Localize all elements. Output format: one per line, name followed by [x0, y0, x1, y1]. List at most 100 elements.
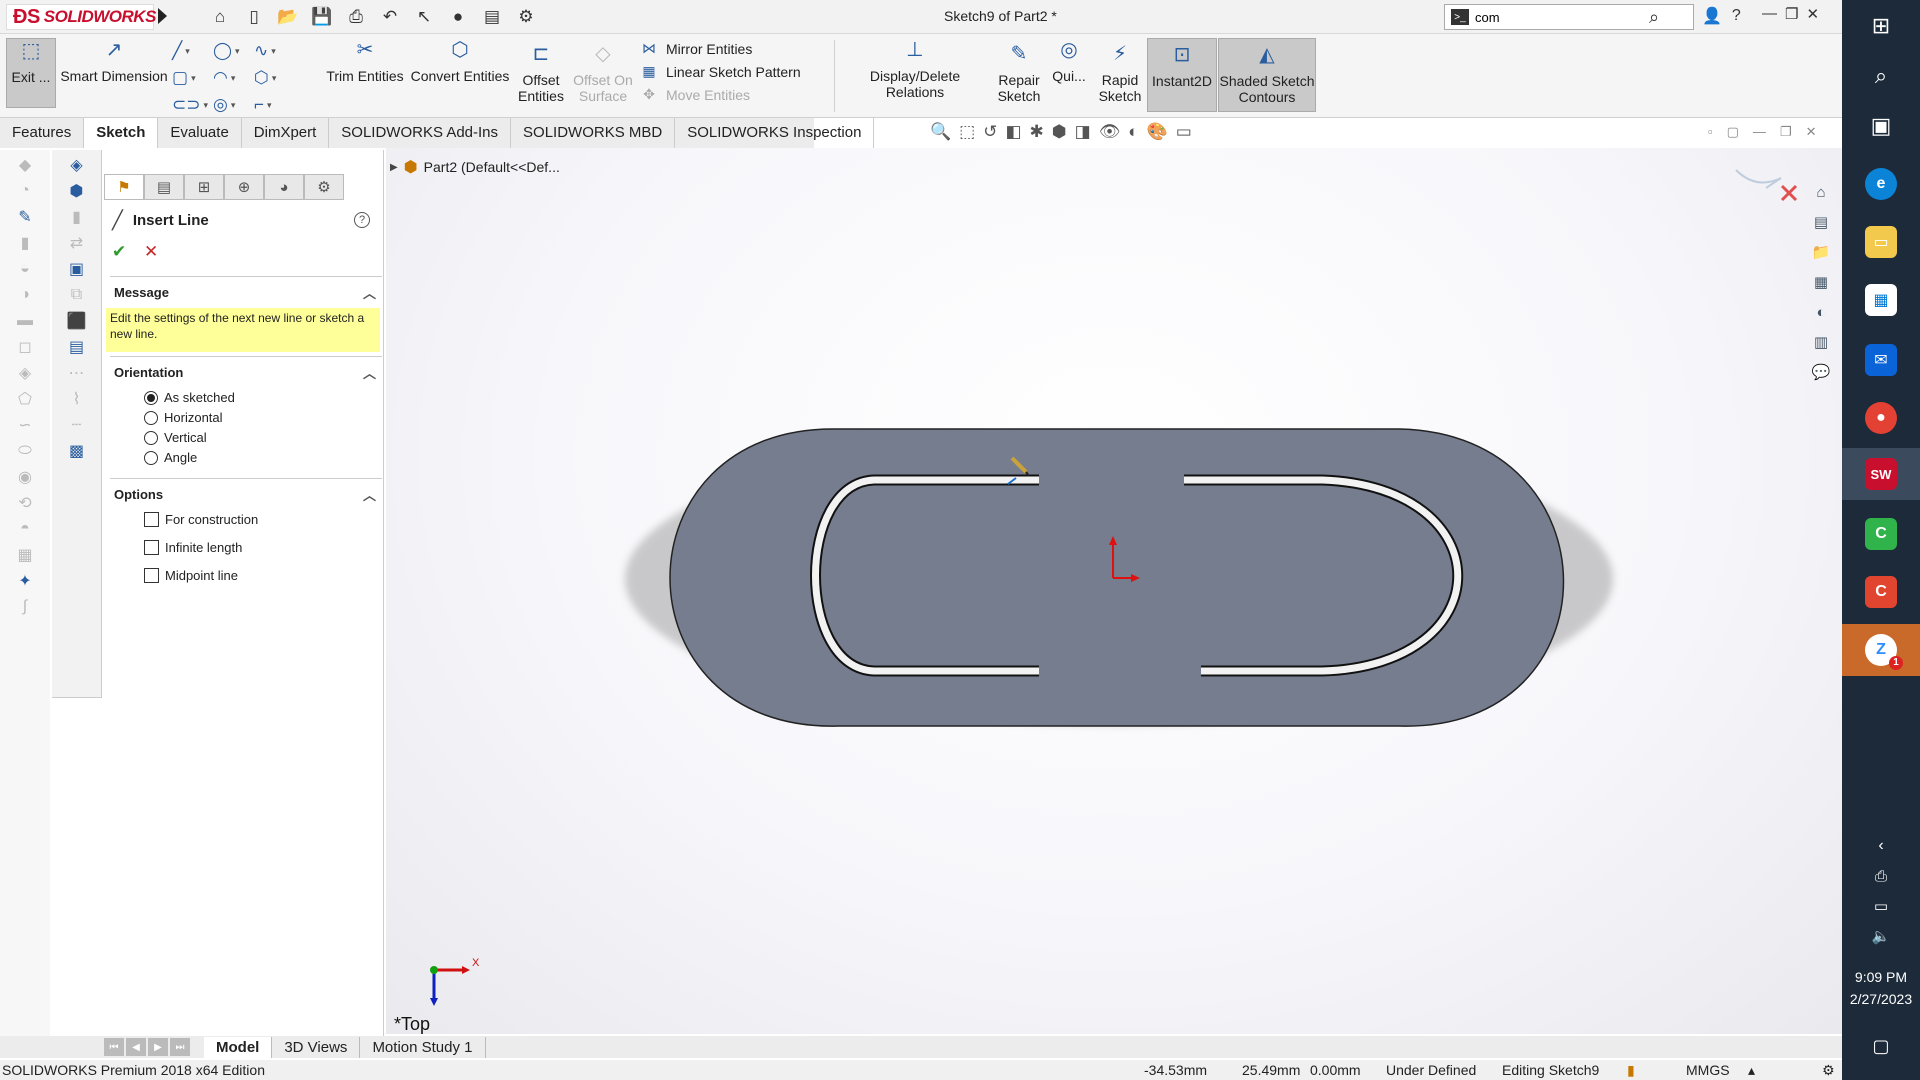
- apply-scene-icon[interactable]: 🎨: [1147, 122, 1168, 142]
- repair-sketch-button[interactable]: ✎ Repair Sketch: [994, 44, 1044, 104]
- ok-checkmark-icon[interactable]: ✔: [112, 242, 126, 262]
- display-manager-tab-icon[interactable]: ◕: [264, 174, 304, 200]
- section-view-icon[interactable]: ◧: [1005, 122, 1021, 142]
- expand-arrow-icon[interactable]: ▶: [390, 162, 398, 173]
- circle-icon[interactable]: ◯: [213, 38, 253, 64]
- split-entities-icon[interactable]: ⋯: [63, 362, 91, 384]
- dynamic-annotation-icon[interactable]: ✱: [1030, 122, 1044, 142]
- cam-manager-tab-icon[interactable]: ⚙: [304, 174, 344, 200]
- print-icon[interactable]: ⎙: [341, 5, 371, 29]
- smart-dimension-button[interactable]: ↗ Smart Dimension: [60, 40, 168, 84]
- sketch-icon[interactable]: ✎: [11, 206, 39, 228]
- exit-sketch-button[interactable]: ⬚ Exit ...: [6, 38, 56, 108]
- hole-icon[interactable]: ◉: [11, 466, 39, 488]
- spline-icon[interactable]: ∿: [254, 38, 294, 64]
- windows-start-icon[interactable]: ⊞: [1842, 0, 1920, 52]
- task-view-icon[interactable]: ▣: [1842, 100, 1920, 152]
- zoom-to-fit-icon[interactable]: 🔍: [930, 122, 951, 142]
- instant3d-icon[interactable]: ▮: [63, 206, 91, 228]
- polygon-icon[interactable]: ⬡: [254, 65, 294, 91]
- search-icon[interactable]: ⌕: [1649, 7, 1659, 28]
- radio-button[interactable]: [144, 410, 158, 425]
- cancel-x-icon[interactable]: ✕: [144, 242, 158, 262]
- tab-3d-views[interactable]: 3D Views: [272, 1036, 361, 1058]
- slot-icon[interactable]: ⊂⊃: [172, 92, 212, 118]
- doc-restore-icon[interactable]: ❐: [1780, 124, 1792, 140]
- hide-show-items-icon[interactable]: 👁: [1099, 122, 1121, 142]
- microsoft-store-icon[interactable]: ▦: [1842, 274, 1920, 326]
- property-manager-tab-icon[interactable]: ▤: [144, 174, 184, 200]
- quick-snaps-button[interactable]: ◎ Qui...: [1048, 40, 1090, 84]
- search-icon[interactable]: ⌕: [1842, 50, 1920, 102]
- draft-icon[interactable]: ◈: [11, 362, 39, 384]
- graphics-area[interactable]: [386, 148, 1842, 1034]
- sketch-picture-icon[interactable]: ▣: [63, 258, 91, 280]
- view-settings-icon[interactable]: ▭: [1176, 122, 1192, 142]
- cut-icon[interactable]: ▮: [11, 232, 39, 254]
- edge-browser-icon[interactable]: e: [1842, 158, 1920, 210]
- exit-sketch-corner-icon[interactable]: [1780, 184, 1798, 202]
- doc-close-icon[interactable]: ✕: [1806, 124, 1817, 140]
- convert-entities-button[interactable]: ⬡ Convert Entities: [410, 40, 510, 84]
- trim-entities-button[interactable]: ✂ Trim Entities: [326, 40, 404, 84]
- radio-button[interactable]: [144, 450, 158, 465]
- block-icon[interactable]: ⬛: [63, 310, 91, 332]
- offset-on-surface-button[interactable]: ◇ Offset On Surface: [570, 44, 636, 104]
- rebuild-indicator-icon[interactable]: ▮: [1627, 1062, 1635, 1079]
- chevron-up-icon[interactable]: ︿: [363, 283, 376, 302]
- radio-angle[interactable]: Angle: [144, 450, 197, 465]
- tab-mbd[interactable]: SOLIDWORKS MBD: [511, 118, 676, 148]
- configuration-manager-tab-icon[interactable]: ⊞: [184, 174, 224, 200]
- dimxpert-manager-tab-icon[interactable]: ⊕: [224, 174, 264, 200]
- chrome-icon[interactable]: ●: [1842, 392, 1920, 444]
- checkbox-for-construction[interactable]: For construction: [144, 512, 258, 527]
- unit-menu-arrow-icon[interactable]: ▴: [1748, 1062, 1755, 1079]
- prev-tab-icon[interactable]: ◀: [126, 1038, 146, 1056]
- display-delete-relations-button[interactable]: ⊥ Display/Delete Relations: [840, 40, 990, 100]
- pattern-feature-icon[interactable]: ▦: [11, 544, 39, 566]
- previous-view-icon[interactable]: ↺: [983, 122, 997, 142]
- checkbox-infinite-length[interactable]: Infinite length: [144, 540, 242, 555]
- fillet-feature-icon[interactable]: ◒: [11, 258, 39, 280]
- tab-dimxpert[interactable]: DimXpert: [242, 118, 330, 148]
- move-entities-button[interactable]: ✥ Move Entities: [640, 86, 801, 103]
- restore-icon[interactable]: ❐: [1785, 5, 1798, 23]
- first-tab-icon[interactable]: ⏮: [104, 1038, 124, 1056]
- appearances-icon[interactable]: ◐: [1808, 300, 1834, 324]
- mirror-entities-button[interactable]: ⋈ Mirror Entities: [640, 40, 801, 57]
- design-library-icon[interactable]: ▤: [1808, 210, 1834, 234]
- chevron-up-icon[interactable]: ︿: [363, 485, 376, 504]
- boundary-icon[interactable]: ⬭: [11, 440, 39, 462]
- construction-geometry-icon[interactable]: ┄: [63, 414, 91, 436]
- doc-cascade-icon[interactable]: ▢: [1727, 124, 1739, 140]
- offset-entities-button[interactable]: ⊏ Offset Entities: [516, 44, 566, 104]
- open-icon[interactable]: 📂: [273, 5, 303, 29]
- curves-icon[interactable]: ∫: [11, 596, 39, 618]
- radio-horizontal[interactable]: Horizontal: [144, 410, 223, 425]
- point-icon[interactable]: ◎: [213, 92, 253, 118]
- minimize-icon[interactable]: —: [1762, 5, 1777, 23]
- rib-icon[interactable]: ▬: [11, 310, 39, 332]
- doc-tile-icon[interactable]: ▫: [1708, 124, 1713, 140]
- instant2d-button[interactable]: ⊡ Instant2D: [1147, 38, 1217, 112]
- file-explorer-icon[interactable]: 📁: [1808, 240, 1834, 264]
- checkbox-midpoint-line[interactable]: Midpoint line: [144, 568, 238, 583]
- view-palette-icon[interactable]: ▦: [1808, 270, 1834, 294]
- feature-tree-root[interactable]: ▶ ⬢ Part2 (Default<<Def...: [390, 157, 560, 177]
- doc-minimize-icon[interactable]: —: [1753, 124, 1766, 140]
- search-input[interactable]: [1475, 9, 1645, 25]
- edit-appearance-icon[interactable]: ◐: [1128, 122, 1138, 142]
- last-tab-icon[interactable]: ⏭: [170, 1038, 190, 1056]
- view-orientation-icon[interactable]: ⬢: [1052, 122, 1067, 142]
- camtasia-green-icon[interactable]: C: [1842, 508, 1920, 560]
- customize-status-icon[interactable]: ⚙: [1822, 1062, 1835, 1079]
- radio-button[interactable]: [144, 390, 158, 405]
- next-tab-icon[interactable]: ▶: [148, 1038, 168, 1056]
- layer-icon[interactable]: ▤: [63, 336, 91, 358]
- reference-geometry-icon[interactable]: ✦: [11, 570, 39, 592]
- sketch-canvas[interactable]: [386, 148, 1842, 1034]
- tab-inspection[interactable]: SOLIDWORKS Inspection: [675, 118, 875, 148]
- jog-line-icon[interactable]: ⌇: [63, 388, 91, 410]
- 3d-sketch-icon[interactable]: ⬢: [63, 180, 91, 202]
- checkbox[interactable]: [144, 512, 159, 527]
